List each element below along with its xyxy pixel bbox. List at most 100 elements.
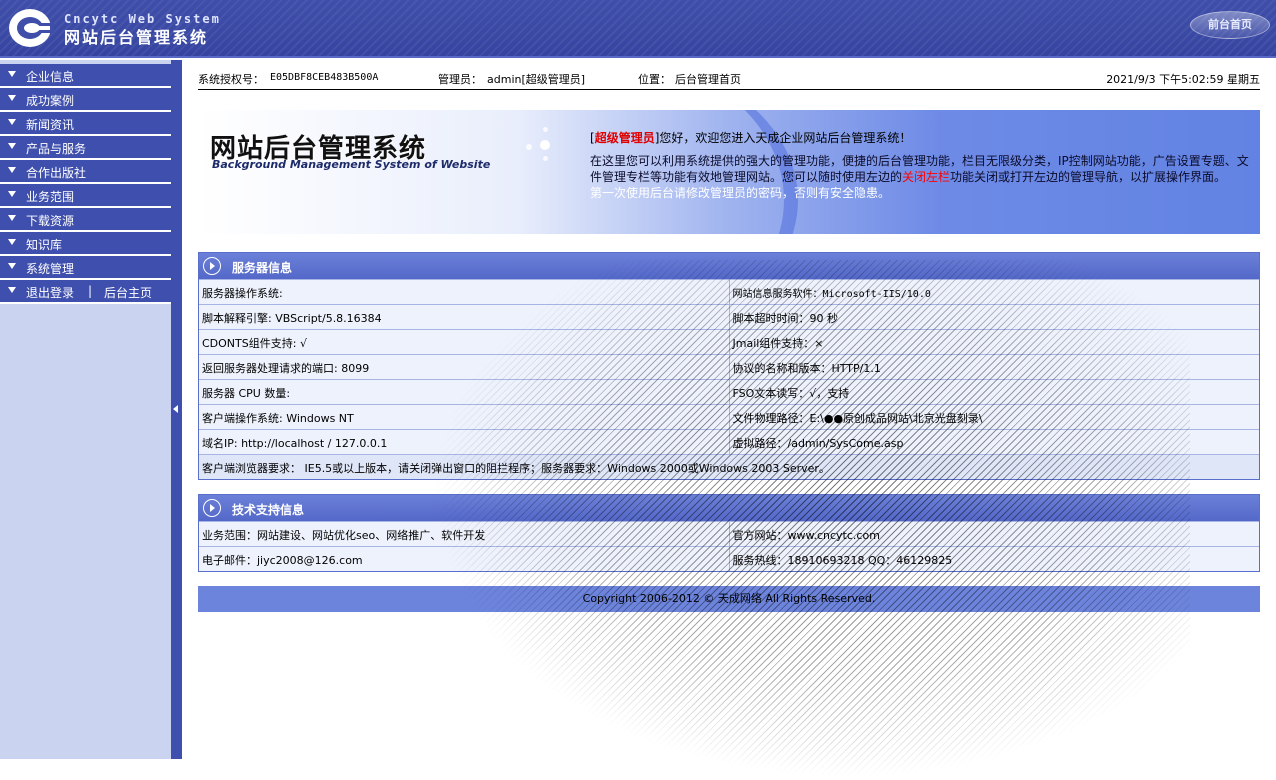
email-link[interactable]: 电子邮件：jiyc2008@126.com [199, 547, 729, 571]
sidebar-item-label: 系统管理 [26, 262, 75, 276]
table-cell: FSO文本读写：√，支持 [728, 380, 1259, 404]
main-content: 系统授权号： E05DBF8CEB483B500A 管理员： admin[超级管… [182, 60, 1276, 780]
info-bar: 系统授权号： E05DBF8CEB483B500A 管理员： admin[超级管… [198, 70, 1260, 90]
location-label: 位置： [638, 73, 671, 86]
welcome-line-1: [超级管理员]您好，欢迎您进入天成企业网站后台管理系统！ [590, 131, 912, 145]
panel-header: 服务器信息 [199, 253, 1259, 279]
table-row: 返回服务器处理请求的端口: 8099 协议的名称和版本：HTTP/1.1 [199, 354, 1259, 379]
table-cell: 网站信息服务软件：Microsoft-IIS/10.0 [728, 280, 1259, 304]
c-logo-icon [9, 9, 54, 47]
official-site-link[interactable]: 官方网站：www.cncytc.com [728, 522, 1259, 546]
admin-label: 管理员： [438, 73, 482, 86]
sidebar-item-label: 成功案例 [26, 94, 75, 108]
table-row: 域名IP: http://localhost / 127.0.0.1 虚拟路径：… [199, 429, 1259, 454]
table-row: 业务范围：网站建设、网站优化seo、网络推广、软件开发 官方网站：www.cnc… [199, 521, 1259, 546]
table-row: 服务器操作系统: 网站信息服务软件：Microsoft-IIS/10.0 [199, 279, 1259, 304]
sidebar-item-news[interactable]: 新闻资讯 [0, 112, 171, 136]
sidebar-item-products[interactable]: 产品与服务 [0, 136, 171, 160]
copyright-text: Copyright 2006-2012 © 天成网络 All Rights Re… [582, 592, 876, 605]
sidebar-item-logout-row: 退出登录 | 后台主页 [0, 280, 171, 304]
welcome-line-2: 在这里您可以利用系统提供的强大的管理功能，便捷的后台管理功能，栏目无限级分类，I… [590, 154, 1249, 184]
sidebar-menu: 企业信息 成功案例 新闻资讯 产品与服务 合作出版社 业务范围 下载资源 知识库… [0, 64, 171, 304]
table-row: 服务器 CPU 数量: FSO文本读写：√，支持 [199, 379, 1259, 404]
table-row: 客户端浏览器要求： IE5.5或以上版本，请关闭弹出窗口的阻拦程序；服务器要求：… [199, 454, 1259, 479]
admin-value: admin[超级管理员] [487, 73, 586, 86]
sidebar-item-label: 业务范围 [26, 190, 75, 204]
chevron-down-icon [8, 119, 16, 125]
tech-support-panel: 技术支持信息 业务范围：网站建设、网站优化seo、网络推广、软件开发 官方网站：… [198, 494, 1260, 572]
browser-requirement: 客户端浏览器要求： IE5.5或以上版本，请关闭弹出窗口的阻拦程序；服务器要求：… [199, 455, 1259, 479]
table-row: CDONTS组件支持: √ Jmail组件支持：× [199, 329, 1259, 354]
sidebar-item-knowledge[interactable]: 知识库 [0, 232, 171, 256]
chevron-down-icon [8, 167, 16, 173]
close-sidebar-link[interactable]: 关闭左栏 [902, 170, 950, 184]
banner-dot [526, 144, 532, 150]
sidebar-item-label: 下载资源 [26, 214, 75, 228]
sidebar-item-system[interactable]: 系统管理 [0, 256, 171, 280]
sidebar-item-publishers[interactable]: 合作出版社 [0, 160, 171, 184]
table-cell: 虚拟路径：/admin/SysCome.asp [728, 430, 1259, 454]
table-cell: 业务范围：网站建设、网站优化seo、网络推广、软件开发 [199, 522, 729, 546]
table-cell: 服务热线：18910693218 QQ：46129825 [728, 547, 1259, 571]
welcome-banner: 网站后台管理系统 Background Management System of… [198, 110, 1260, 234]
table-cell: CDONTS组件支持: √ [199, 330, 729, 354]
sidebar-item-label: 知识库 [26, 238, 63, 252]
sidebar-item-label: 企业信息 [26, 70, 75, 84]
chevron-down-icon [8, 215, 16, 221]
table-row: 客户端操作系统: Windows NT 文件物理路径：E:\●●原创成品网站\北… [199, 404, 1259, 429]
circle-arrow-icon [203, 257, 221, 275]
sidebar-item-downloads[interactable]: 下载资源 [0, 208, 171, 232]
table-cell: 脚本超时时间：90 秒 [728, 305, 1259, 329]
footer-bar: Copyright 2006-2012 © 天成网络 All Rights Re… [198, 586, 1260, 612]
banner-subtitle: Background Management System of Website [212, 158, 491, 171]
welcome-text: [超级管理员]您好，欢迎您进入天成企业网站后台管理系统！ 在这里您可以利用系统提… [590, 130, 1254, 201]
role-name: 超级管理员 [594, 131, 655, 145]
chevron-down-icon [8, 239, 16, 245]
circle-arrow-icon [203, 499, 221, 517]
datetime: 2021/9/3 下午5:02:59 星期五 [1106, 73, 1260, 86]
table-row: 脚本解释引擎: VBScript/5.8.16384 脚本超时时间：90 秒 [199, 304, 1259, 329]
table-cell: Jmail组件支持：× [728, 330, 1259, 354]
banner-dot [543, 127, 548, 132]
sidebar-item-cases[interactable]: 成功案例 [0, 88, 171, 112]
sidebar-toggle[interactable] [171, 60, 182, 759]
chevron-down-icon [8, 71, 16, 77]
banner-dot [540, 140, 550, 150]
sidebar-item-label: 合作出版社 [26, 166, 87, 180]
admin-home-link[interactable]: 后台主页 [104, 284, 152, 301]
collapse-left-icon [173, 405, 178, 413]
table-cell: 域名IP: http://localhost / 127.0.0.1 [199, 430, 729, 454]
separator: | [88, 284, 93, 298]
welcome-line-3: 第一次使用后台请修改管理员的密码，否则有安全隐患。 [590, 186, 891, 200]
chevron-down-icon [8, 95, 16, 101]
panel-title: 服务器信息 [232, 261, 293, 275]
table-cell: 脚本解释引擎: VBScript/5.8.16384 [199, 305, 729, 329]
top-header: Cncytc Web System 网站后台管理系统 前台首页 [0, 0, 1276, 58]
front-page-link[interactable]: 前台首页 [1190, 11, 1270, 39]
table-cell: 服务器 CPU 数量: [199, 380, 729, 404]
panel-title: 技术支持信息 [232, 503, 305, 517]
table-cell: 文件物理路径：E:\●●原创成品网站\北京光盘刻录\ [728, 405, 1259, 429]
table-cell: 客户端操作系统: Windows NT [199, 405, 729, 429]
sidebar-item-business-scope[interactable]: 业务范围 [0, 184, 171, 208]
sidebar-item-label: 新闻资讯 [26, 118, 75, 132]
chevron-down-icon [8, 263, 16, 269]
table-cell: 服务器操作系统: [199, 280, 729, 304]
sidebar-item-company-info[interactable]: 企业信息 [0, 64, 171, 88]
brand-chinese: 网站后台管理系统 [64, 28, 209, 47]
chevron-down-icon [8, 143, 16, 149]
banner-dot [543, 156, 548, 161]
panel-header: 技术支持信息 [199, 495, 1259, 521]
table-row: 电子邮件：jiyc2008@126.com 服务热线：18910693218 Q… [199, 546, 1259, 571]
license-label: 系统授权号： [198, 73, 264, 86]
license-value: E05DBF8CEB483B500A [270, 72, 379, 83]
table-cell: 协议的名称和版本：HTTP/1.1 [728, 355, 1259, 379]
chevron-down-icon [8, 287, 16, 293]
sidebar-item-label: 产品与服务 [26, 142, 87, 156]
logout-link[interactable]: 退出登录 [26, 284, 74, 301]
sidebar: 企业信息 成功案例 新闻资讯 产品与服务 合作出版社 业务范围 下载资源 知识库… [0, 60, 171, 759]
location-value: 后台管理首页 [675, 73, 741, 86]
table-cell: 返回服务器处理请求的端口: 8099 [199, 355, 729, 379]
server-info-panel: 服务器信息 服务器操作系统: 网站信息服务软件：Microsoft-IIS/10… [198, 252, 1260, 480]
chevron-down-icon [8, 191, 16, 197]
